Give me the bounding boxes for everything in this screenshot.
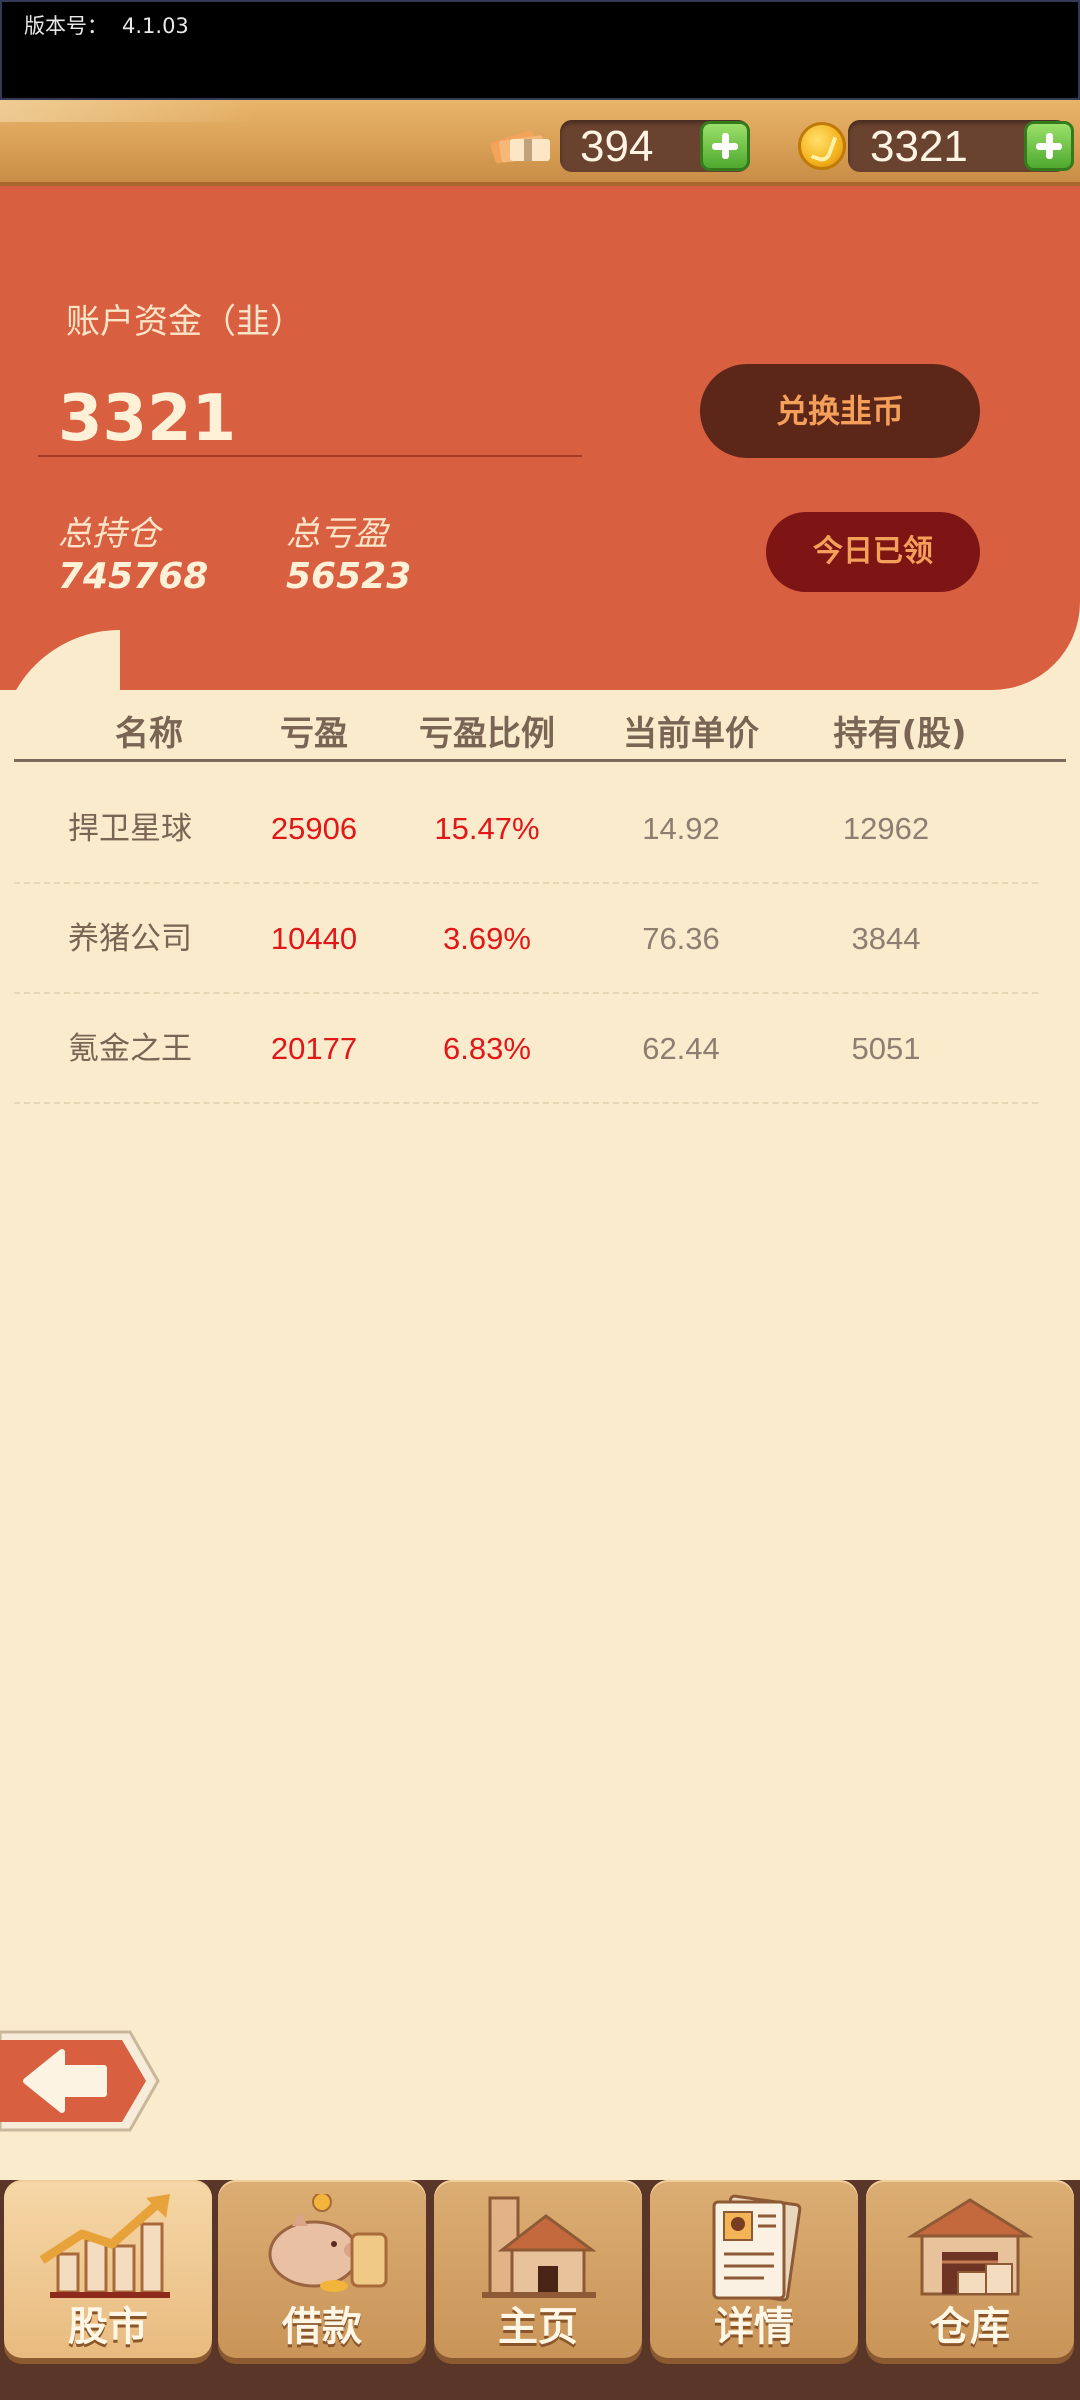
stock-holding: 3844 [851,921,921,956]
cash-icon [490,130,550,164]
tab-label: 仓库 [930,2304,1010,2350]
stock-holding: 5051 [851,1031,921,1066]
tab-stock-market[interactable]: 股市 [4,2180,212,2358]
tab-label: 借款 [282,2304,362,2350]
exchange-coin-button[interactable]: 兑换韭币 [700,364,980,458]
stock-holding: 12962 [842,811,930,846]
warehouse-icon [906,2198,1034,2296]
total-pnl-label: 总亏盈 [286,514,388,554]
column-header-holding: 持有(股) [833,714,967,754]
daily-claimed-button[interactable]: 今日已领 [766,512,980,592]
back-arrow-icon[interactable] [0,2026,160,2136]
add-cash-button[interactable] [700,121,750,171]
stock-chart-icon [39,2194,170,2298]
total-position-label: 总持仓 [58,514,160,554]
balance-underline [38,455,582,457]
stock-pnl-ratio: 3.69% [443,921,531,956]
stock-price: 76.36 [642,921,720,956]
column-header-price: 当前单价 [623,714,759,754]
home-icon [482,2196,597,2298]
coin-icon [798,122,846,170]
profile-document-icon [712,2194,802,2302]
table-row[interactable]: 养猪公司 10440 3.69% 76.36 3844 [14,884,1038,994]
tab-label: 主页 [498,2304,578,2350]
holdings-table-header: 名称 亏盈 亏盈比例 当前单价 持有(股) [14,700,1066,762]
stock-price: 62.44 [642,1031,720,1066]
tab-label: 股市 [68,2304,148,2350]
tab-details[interactable]: 详情 [650,2180,858,2358]
stock-pnl-ratio: 6.83% [443,1031,531,1066]
panel-corner [0,630,120,750]
status-bar: 版本号： 4.1.03 [0,0,1080,100]
bottom-nav: 股市 借款 主页 详情 仓库 [0,2180,1080,2400]
tab-label: 详情 [714,2304,794,2350]
tab-warehouse[interactable]: 仓库 [866,2180,1074,2358]
total-position-value: 745768 [58,556,209,597]
cash-amount: 394 [580,122,654,171]
currency-header: 394 3321 [0,100,1080,186]
stock-pnl-ratio: 15.47% [434,811,540,846]
piggy-bank-icon [268,2194,388,2292]
add-coin-button[interactable] [1024,121,1074,171]
coin-amount: 3321 [870,122,968,171]
version-label: 版本号： [24,14,108,38]
column-header-pnl-ratio: 亏盈比例 [419,714,555,754]
account-balance: 3321 [58,382,237,456]
account-funds-label: 账户资金（韭） [66,302,304,342]
version-value: 4.1.03 [122,14,189,38]
stock-price: 14.92 [642,811,720,846]
table-row[interactable]: 氪金之王 20177 6.83% 62.44 5051 [14,994,1038,1104]
total-pnl-value: 56523 [286,556,412,597]
version-info: 版本号： 4.1.03 [24,10,189,40]
tab-home[interactable]: 主页 [434,2180,642,2358]
tab-loan[interactable]: 借款 [218,2180,426,2358]
table-row[interactable]: 捍卫星球 25906 15.47% 14.92 12962 [14,774,1038,884]
